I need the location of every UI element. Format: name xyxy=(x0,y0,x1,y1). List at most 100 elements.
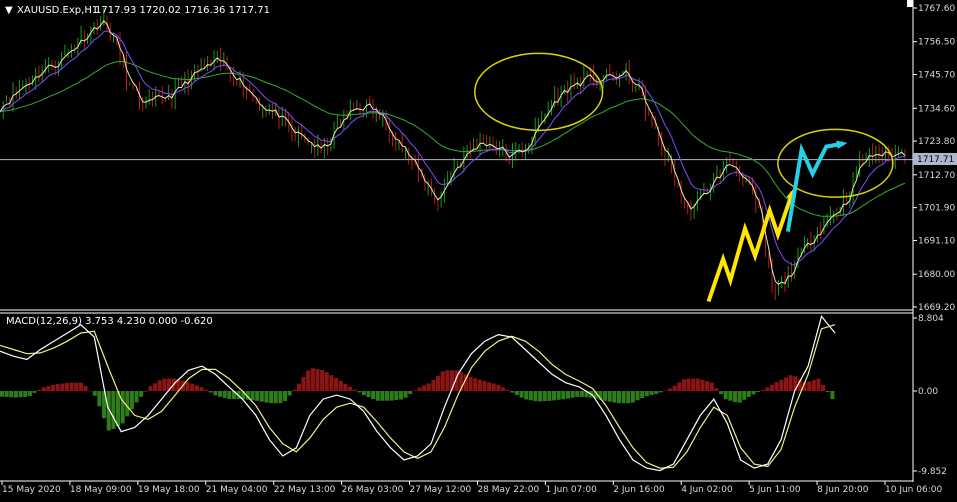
macd-histogram-bar xyxy=(269,391,274,404)
macd-histogram-bar xyxy=(23,391,28,397)
macd-histogram-bar xyxy=(737,391,742,403)
macd-histogram-bar xyxy=(60,383,65,391)
time-axis-label: 26 May 03:00 xyxy=(342,485,404,495)
macd-histogram-bar xyxy=(111,391,116,430)
macd-axis-label: 0.00 xyxy=(918,387,938,397)
cyan-zigzag-arrow xyxy=(785,141,844,232)
time-axis-label: 22 May 13:00 xyxy=(274,485,336,495)
macd-histogram-bar xyxy=(616,391,622,404)
time-axis-label: 27 May 12:00 xyxy=(410,485,472,495)
macd-histogram-bar xyxy=(714,388,719,391)
annotations-layer xyxy=(474,52,894,303)
macd-axis[interactable]: 8.804 0.00 -9.852 xyxy=(913,314,947,477)
time-axis[interactable]: 15 May 2020 18 May 09:00 19 May 18:00 21 Ma… xyxy=(1,481,942,495)
macd-histogram-bar xyxy=(807,381,812,391)
candles-layer xyxy=(0,7,906,300)
price-axis-label: 1669.20 xyxy=(918,303,955,313)
macd-histogram-bar xyxy=(46,386,51,391)
macd-histogram-bar xyxy=(366,391,371,398)
macd-histogram-bar xyxy=(533,391,538,402)
time-axis-label: 19 May 18:00 xyxy=(138,485,200,495)
macd-histogram-bar xyxy=(361,391,366,396)
macd-histogram-bar xyxy=(92,391,97,396)
time-axis-label: 5 Jun 11:00 xyxy=(749,485,801,495)
macd-histogram-bar xyxy=(626,391,631,404)
macd-histogram-bar xyxy=(310,368,315,391)
macd-histogram-bar xyxy=(199,387,204,391)
macd-histogram-bar xyxy=(32,391,37,393)
macd-histogram-bar xyxy=(148,386,153,391)
macd-histogram-bar xyxy=(482,381,487,391)
macd-histogram-bar xyxy=(686,378,691,391)
macd-histogram-bar xyxy=(783,377,789,391)
fast-moving-average-line xyxy=(0,19,906,285)
macd-histogram-bar xyxy=(579,391,584,397)
macd-histogram-bar xyxy=(157,380,162,391)
macd-histogram-bar xyxy=(139,391,144,397)
price-axis-label: 1701.90 xyxy=(918,204,955,214)
macd-histogram-bar xyxy=(343,383,348,391)
macd-indicator-label: MACD(12,26,9) 3.753 4.230 0.000 -0.620 xyxy=(6,316,213,327)
chart-canvas: 1767.60 1756.50 1745.70 1734.60 1723.80 1712.… xyxy=(0,0,957,495)
macd-histogram-bar xyxy=(162,378,167,391)
macd-histogram-bar xyxy=(320,370,325,391)
macd-histogram-bar xyxy=(607,391,612,402)
macd-histogram-bar xyxy=(64,382,69,391)
macd-histogram-layer xyxy=(0,368,835,431)
slow-moving-average-line xyxy=(0,60,906,217)
macd-histogram-bar xyxy=(477,379,482,391)
chart-window-button-icon[interactable] xyxy=(907,0,913,7)
macd-histogram-bar xyxy=(547,391,552,401)
time-axis-label: 4 Jun 02:00 xyxy=(681,485,733,495)
time-axis-label: 28 May 22:00 xyxy=(477,485,539,495)
macd-histogram-bar xyxy=(153,383,158,391)
macd-histogram-bar xyxy=(760,389,765,391)
macd-histogram-bar xyxy=(194,385,199,391)
macd-histogram-bar xyxy=(55,384,60,391)
macd-histogram-bar xyxy=(436,375,441,391)
axes-frame-layer xyxy=(0,0,914,482)
macd-histogram-bar xyxy=(78,382,83,391)
macd-histogram-bar xyxy=(27,391,32,396)
macd-histogram-bar xyxy=(120,391,125,424)
macd-histogram-bar xyxy=(719,391,724,395)
macd-histogram-bar xyxy=(658,391,663,393)
macd-histogram-bar xyxy=(250,391,255,401)
macd-histogram-bar xyxy=(83,386,88,391)
mid-moving-average-line xyxy=(0,30,906,266)
macd-histogram-bar xyxy=(603,391,608,401)
macd-histogram-bar xyxy=(282,391,288,402)
macd-histogram-bar xyxy=(9,391,14,398)
macd-histogram-bar xyxy=(204,389,209,391)
macd-histogram-bar xyxy=(756,391,761,393)
price-axis-label: 1745.70 xyxy=(918,71,955,81)
macd-histogram-bar xyxy=(575,391,580,397)
price-axis-label: 1680.00 xyxy=(918,270,955,280)
macd-histogram-bar xyxy=(510,391,515,393)
macd-histogram-bar xyxy=(218,391,223,397)
macd-histogram-bar xyxy=(97,391,102,407)
time-axis-label: 1 Jun 07:00 xyxy=(545,485,597,495)
macd-histogram-bar xyxy=(635,391,640,401)
macd-histogram-bar xyxy=(51,384,56,391)
macd-axis-label: -9.852 xyxy=(918,467,947,477)
dropdown-triangle-icon[interactable]: ▼ xyxy=(5,5,13,16)
macd-histogram-bar xyxy=(811,380,816,391)
current-price-tag-label: 1717.71 xyxy=(917,155,954,165)
macd-histogram-bar xyxy=(412,390,417,391)
macd-histogram-bar xyxy=(143,391,148,392)
macd-histogram-bar xyxy=(4,391,9,397)
macd-histogram-bar xyxy=(468,376,473,391)
macd-histogram-bar xyxy=(222,391,227,398)
time-axis-label: 21 May 04:00 xyxy=(206,485,268,495)
time-axis-label: 2 Jun 16:00 xyxy=(613,485,665,495)
macd-histogram-bar xyxy=(408,391,413,395)
macd-histogram-bar xyxy=(208,391,213,393)
ohlc-label: 1717.93 1720.02 1716.36 1717.71 xyxy=(95,5,270,16)
macd-histogram-bar xyxy=(640,391,645,398)
macd-histogram-bar xyxy=(519,391,524,398)
macd-histogram-bar xyxy=(88,390,93,392)
macd-histogram-bar xyxy=(552,391,557,401)
macd-histogram-bar xyxy=(570,391,575,398)
price-axis-label: 1712.70 xyxy=(918,171,955,181)
